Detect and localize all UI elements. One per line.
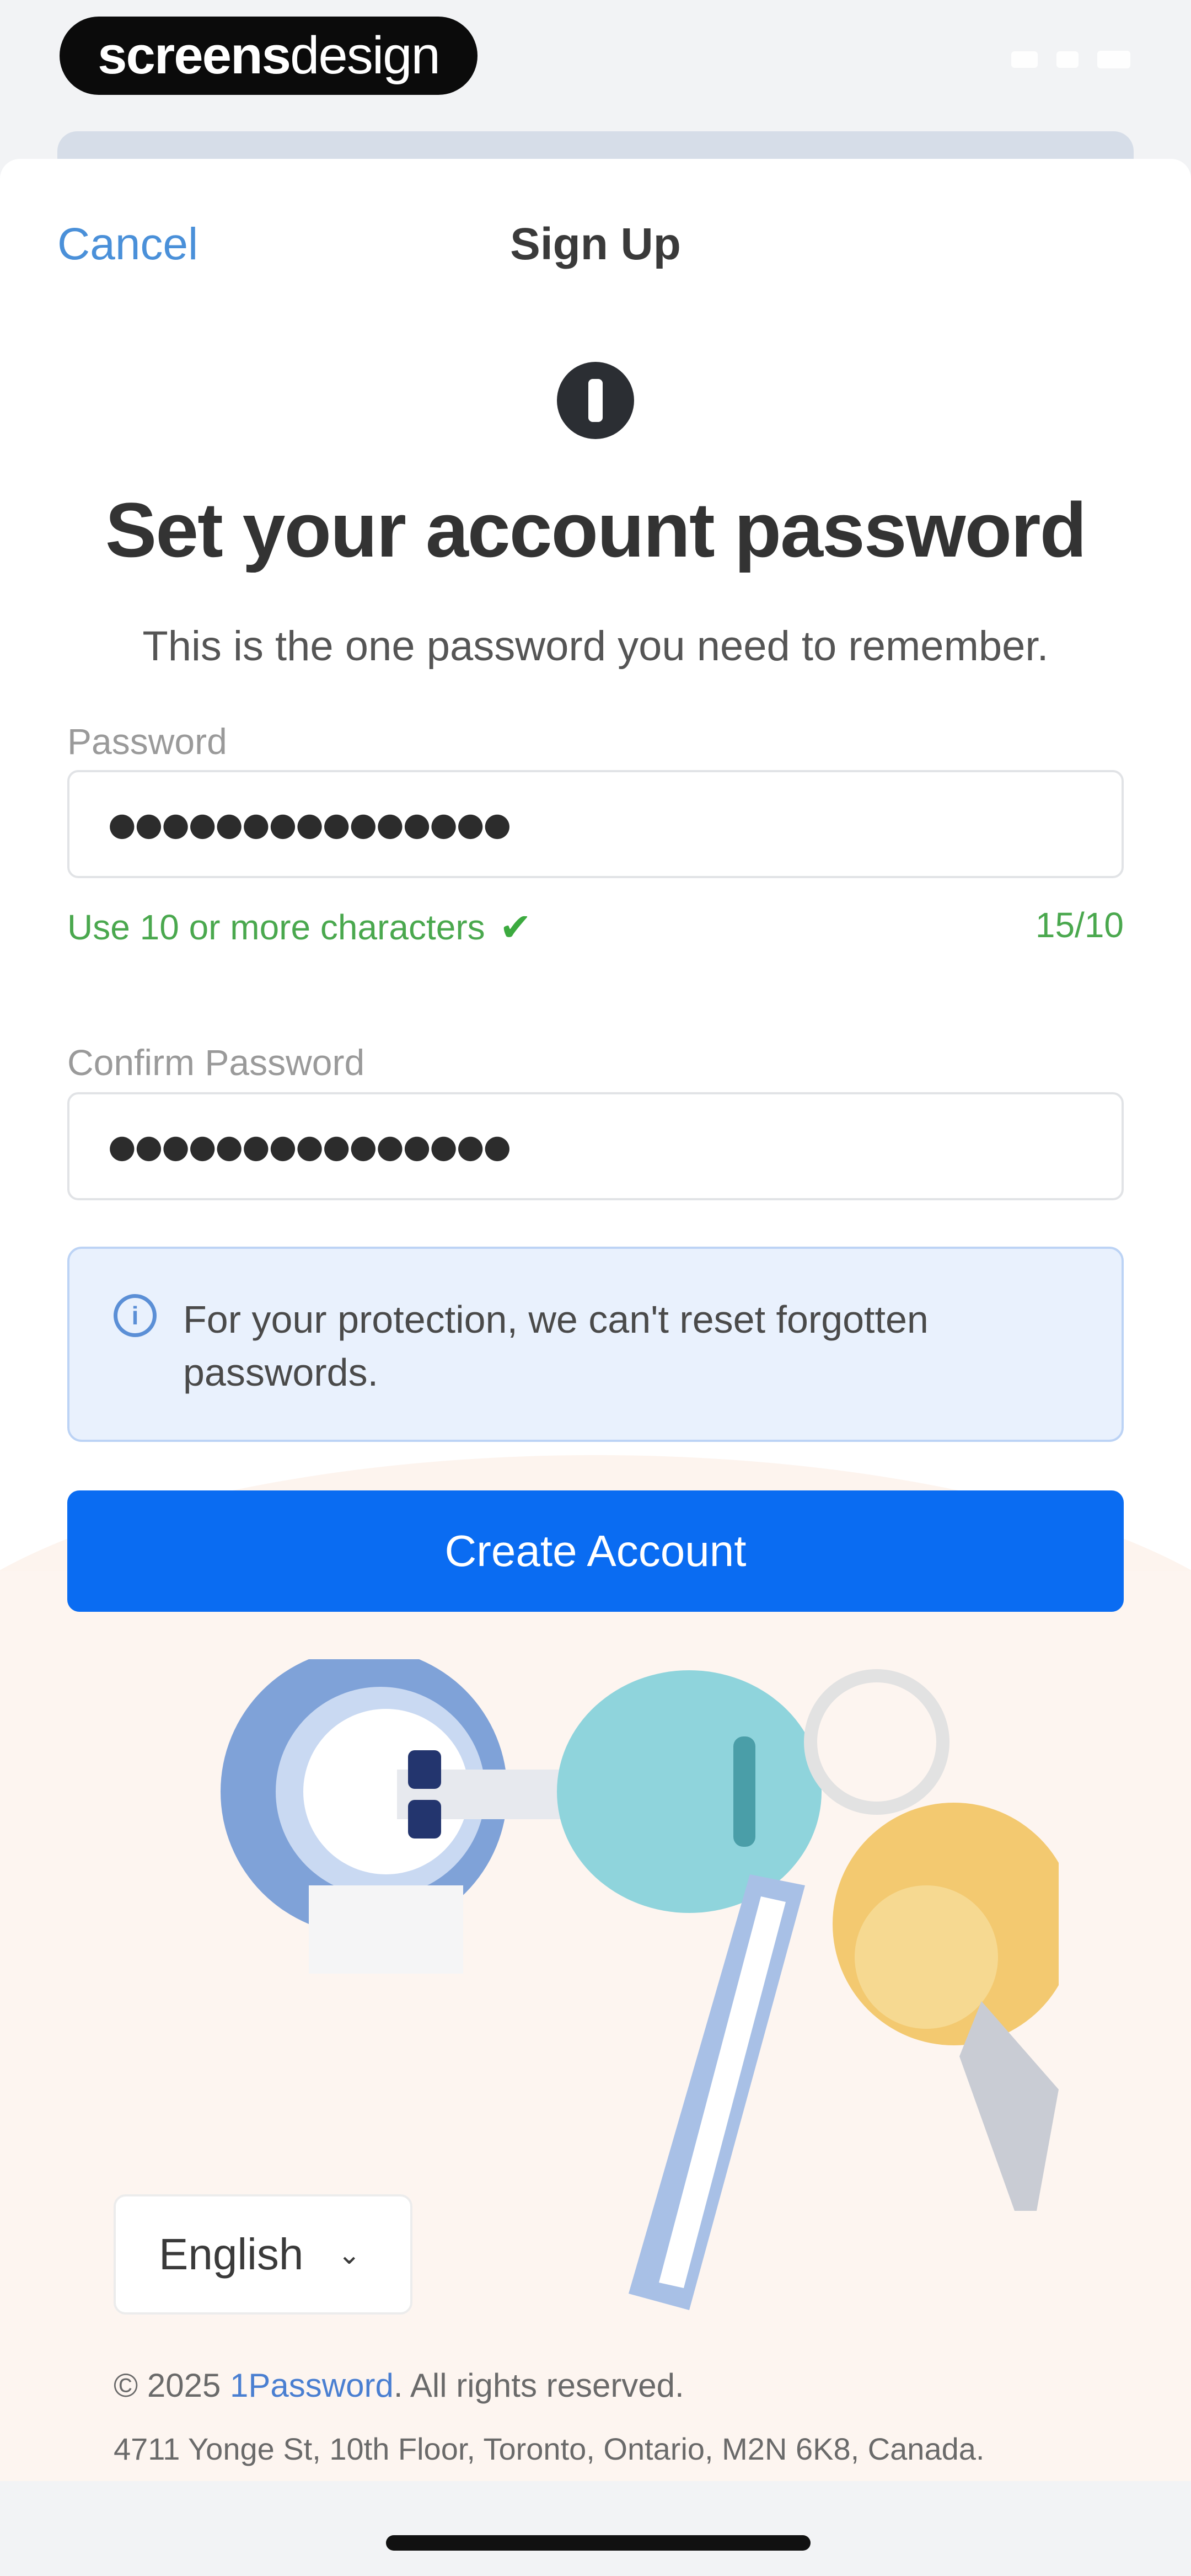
password-value: ●●●●●●●●●●●●●●● [108, 805, 511, 843]
status-bar: screens design [0, 0, 1191, 143]
battery-icon [1097, 51, 1130, 68]
notice-banner: i For your protection, we can't reset fo… [67, 1247, 1124, 1442]
page-title: Set your account password [105, 487, 1087, 573]
watermark-logo: screens design [60, 17, 478, 95]
address-text: 4711 Yonge St, 10th Floor, Toronto, Onta… [114, 2431, 985, 2466]
check-icon: ✔ [499, 905, 532, 950]
page-subtitle: This is the one password you need to rem… [142, 623, 1049, 670]
signup-sheet: Sign Up Cancel Set your account password… [0, 159, 1191, 2481]
password-hint-text: Use 10 or more characters [67, 907, 485, 947]
home-indicator [386, 2535, 811, 2551]
watermark-text-2: design [290, 26, 441, 85]
password-field[interactable]: ●●●●●●●●●●●●●●● [67, 770, 1124, 878]
wifi-icon [1056, 51, 1079, 68]
language-label: English [159, 2230, 304, 2279]
signal-icon [1011, 51, 1038, 68]
status-icons [1011, 51, 1130, 68]
notice-text: For your protection, we can't reset forg… [183, 1298, 929, 1394]
copyright-text: © 2025 1Password. All rights reserved. [114, 2366, 684, 2404]
nav-bar: Sign Up Cancel [0, 207, 1191, 274]
chevron-down-icon: ⌄ [337, 2238, 361, 2270]
info-icon: i [114, 1294, 157, 1337]
copyright-suffix: . All rights reserved. [393, 2367, 684, 2404]
copyright-prefix: © 2025 [114, 2367, 230, 2404]
create-account-button[interactable]: Create Account [67, 1490, 1124, 1612]
password-char-count: 15/10 [1035, 905, 1124, 945]
language-selector[interactable]: English ⌄ [114, 2194, 412, 2315]
password-label: Password [67, 721, 227, 762]
confirm-password-field[interactable]: ●●●●●●●●●●●●●●● [67, 1092, 1124, 1200]
confirm-password-value: ●●●●●●●●●●●●●●● [108, 1127, 511, 1165]
1password-link[interactable]: 1Password [230, 2367, 394, 2404]
cancel-button[interactable]: Cancel [57, 218, 198, 270]
password-hint: Use 10 or more characters ✔ [67, 905, 532, 950]
1password-logo-icon [557, 362, 634, 439]
watermark-text-1: screens [98, 26, 291, 85]
confirm-password-label: Confirm Password [67, 1042, 365, 1083]
